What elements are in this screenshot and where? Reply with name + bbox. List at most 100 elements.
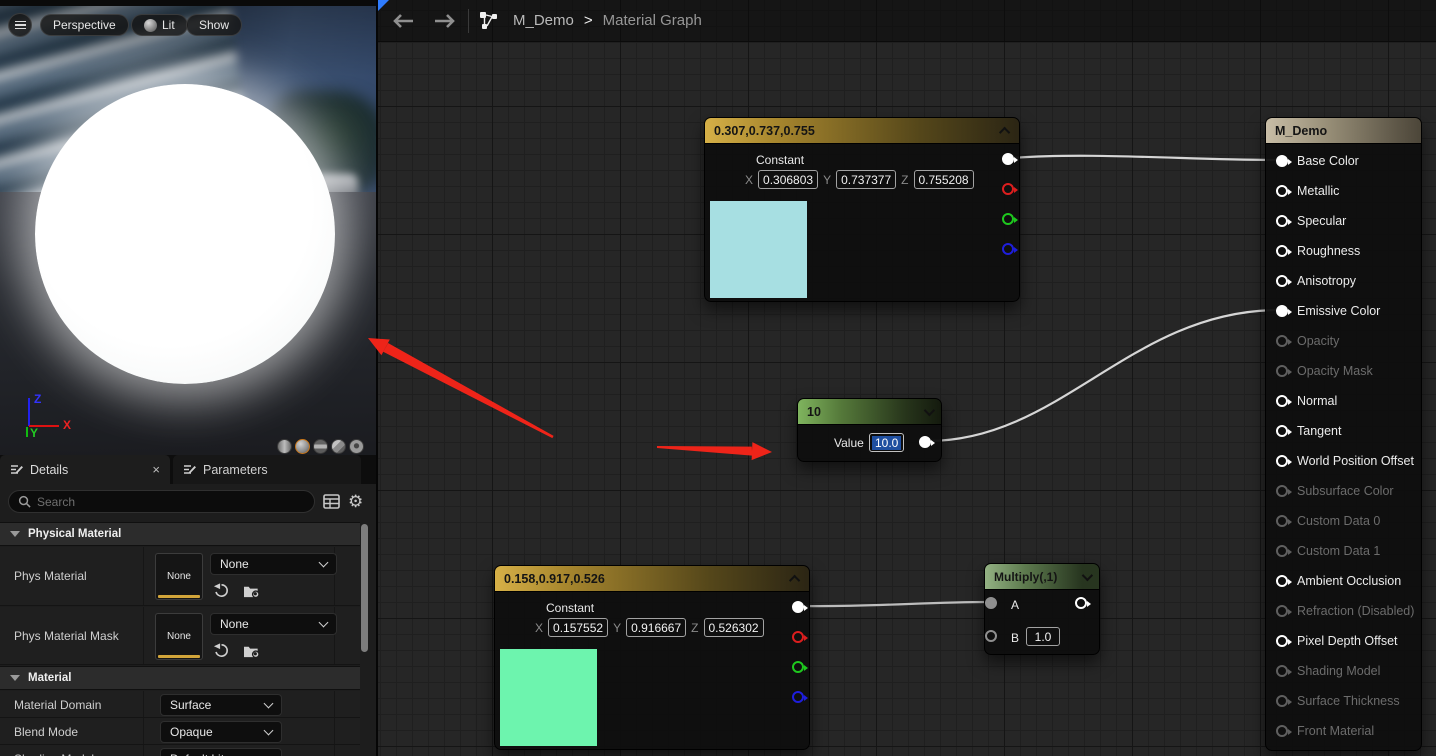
pin-label: Opacity <box>1297 334 1340 348</box>
pin-row-refraction[interactable]: Refraction (Disabled) <box>1266 596 1421 626</box>
pin-row-custom-data-0[interactable]: Custom Data 0 <box>1266 506 1421 536</box>
rgb-output-pin[interactable] <box>792 601 808 613</box>
phys-material-dropdown[interactable]: None <box>210 553 337 575</box>
constant3vector-node-green[interactable]: 0.158,0.917,0.526 Constant X 0.157552 Y … <box>494 565 810 750</box>
multiply-b-input-pin[interactable] <box>985 630 997 642</box>
y-label: Y <box>613 620 622 635</box>
shading-model-dropdown[interactable]: Default Lit <box>160 748 282 756</box>
pin-row-world-position-offset[interactable]: World Position Offset <box>1266 446 1421 476</box>
pin-row-anisotropy[interactable]: Anisotropy <box>1266 266 1421 296</box>
constant3vector-node-teal[interactable]: 0.307,0.737,0.755 Constant X 0.306803 Y … <box>704 117 1020 302</box>
section-physical-material[interactable]: Physical Material <box>0 522 360 546</box>
tab-parameters[interactable]: Parameters <box>173 455 361 484</box>
expand-chevron-icon[interactable] <box>1081 569 1094 581</box>
scalar-parameter-node[interactable]: 10 Value 10.0 <box>797 398 942 462</box>
collapse-chevron-icon[interactable] <box>998 126 1011 138</box>
cube-preview-button[interactable] <box>331 439 346 454</box>
search-input[interactable] <box>37 494 277 509</box>
pin-row-base-color[interactable]: Base Color <box>1266 146 1421 176</box>
material-result-node[interactable]: M_Demo Base Color Metallic Specular Roug… <box>1265 117 1422 751</box>
browse-to-asset-icon[interactable] <box>243 643 261 659</box>
forward-arrow-icon[interactable] <box>432 13 458 29</box>
g-output-pin[interactable] <box>792 661 808 673</box>
pin-row-opacity-mask[interactable]: Opacity Mask <box>1266 356 1421 386</box>
use-selected-asset-icon[interactable] <box>213 642 230 659</box>
blend-mode-dropdown[interactable]: Opaque <box>160 721 282 743</box>
b-output-pin[interactable] <box>1002 243 1018 255</box>
pin-row-tangent[interactable]: Tangent <box>1266 416 1421 446</box>
pin-row-emissive-color[interactable]: Emissive Color <box>1266 296 1421 326</box>
pin-row-opacity[interactable]: Opacity <box>1266 326 1421 356</box>
b-output-pin[interactable] <box>792 691 808 703</box>
node-header[interactable]: 10 <box>798 399 941 425</box>
r-output-pin[interactable] <box>792 631 808 643</box>
pin-row-custom-data-1[interactable]: Custom Data 1 <box>1266 536 1421 566</box>
material-domain-dropdown[interactable]: Surface <box>160 694 282 716</box>
node-header[interactable]: M_Demo <box>1266 118 1421 144</box>
breadcrumb-asset[interactable]: M_Demo <box>513 12 574 29</box>
pin-row-roughness[interactable]: Roughness <box>1266 236 1421 266</box>
tab-details[interactable]: Details × <box>0 455 170 484</box>
plane-preview-button[interactable] <box>313 439 328 454</box>
node-header[interactable]: Multiply(,1) <box>985 564 1099 590</box>
back-arrow-icon[interactable] <box>390 13 416 29</box>
display-filter-icon[interactable] <box>323 494 340 509</box>
r-output-pin[interactable] <box>1002 183 1018 195</box>
material-graph-panel[interactable]: M_Demo > Material Graph 0.307,0.737,0.75… <box>378 0 1436 756</box>
breadcrumb-separator: > <box>583 12 593 29</box>
browse-to-asset-icon[interactable] <box>243 583 261 599</box>
pin-icon <box>1276 365 1292 377</box>
b-value-field[interactable]: 1.0 <box>1026 627 1060 646</box>
phys-material-mask-thumbnail[interactable]: None <box>155 613 203 660</box>
pin-row-shading-model[interactable]: Shading Model <box>1266 656 1421 686</box>
rgb-output-pin[interactable] <box>1002 153 1018 165</box>
value-field[interactable]: 10.0 <box>869 433 905 452</box>
chevron-down-icon <box>263 725 274 735</box>
z-value-field[interactable]: 0.755208 <box>913 170 974 189</box>
scrollbar-thumb[interactable] <box>361 524 368 652</box>
y-value-field[interactable]: 0.916667 <box>626 618 687 637</box>
pin-row-specular[interactable]: Specular <box>1266 206 1421 236</box>
expand-chevron-icon[interactable] <box>923 404 936 416</box>
pin-row-pixel-depth-offset[interactable]: Pixel Depth Offset <box>1266 626 1421 656</box>
search-box[interactable] <box>8 490 315 513</box>
value-output-pin[interactable] <box>919 436 935 448</box>
node-header[interactable]: 0.307,0.737,0.755 <box>705 118 1019 144</box>
blend-mode-row: Blend Mode Opaque <box>0 718 360 745</box>
details-scrollbar[interactable] <box>361 524 368 754</box>
x-value-field[interactable]: 0.306803 <box>758 170 819 189</box>
settings-gear-icon[interactable]: ⚙ <box>348 493 363 510</box>
use-selected-asset-icon[interactable] <box>213 582 230 599</box>
pin-label: Normal <box>1297 394 1338 408</box>
section-material[interactable]: Material <box>0 666 360 690</box>
close-tab-icon[interactable]: × <box>152 462 160 477</box>
pin-row-surface-thickness[interactable]: Surface Thickness <box>1266 686 1421 716</box>
g-output-pin[interactable] <box>1002 213 1018 225</box>
phys-material-thumbnail[interactable]: None <box>155 553 203 600</box>
multiply-node[interactable]: Multiply(,1) A B 1.0 <box>984 563 1100 655</box>
custom-mesh-preview-button[interactable] <box>349 439 364 454</box>
viewport-menu-button[interactable] <box>8 13 32 37</box>
lit-mode-button[interactable]: Lit <box>131 14 188 36</box>
pin-row-ambient-occlusion[interactable]: Ambient Occlusion <box>1266 566 1421 596</box>
sphere-preview-button[interactable] <box>295 439 310 454</box>
pin-row-normal[interactable]: Normal <box>1266 386 1421 416</box>
collapse-chevron-icon[interactable] <box>788 574 801 586</box>
x-value-field[interactable]: 0.157552 <box>548 618 609 637</box>
phys-material-label: Phys Material <box>14 569 87 583</box>
dropdown-value: Opaque <box>170 725 213 739</box>
y-value-field[interactable]: 0.737377 <box>836 170 897 189</box>
multiply-output-pin[interactable] <box>1075 597 1091 609</box>
pin-label: Custom Data 0 <box>1297 514 1381 528</box>
show-button[interactable]: Show <box>186 14 243 36</box>
pin-row-metallic[interactable]: Metallic <box>1266 176 1421 206</box>
multiply-a-input-pin[interactable] <box>985 597 997 609</box>
pin-row-subsurface-color[interactable]: Subsurface Color <box>1266 476 1421 506</box>
z-value-field[interactable]: 0.526302 <box>703 618 764 637</box>
phys-material-mask-dropdown[interactable]: None <box>210 613 337 635</box>
pin-row-front-material[interactable]: Front Material <box>1266 716 1421 746</box>
preview-viewport[interactable]: Perspective Lit Show Z X Y <box>0 0 376 455</box>
cylinder-preview-button[interactable] <box>277 439 292 454</box>
node-header[interactable]: 0.158,0.917,0.526 <box>495 566 809 592</box>
perspective-button[interactable]: Perspective <box>40 14 129 36</box>
